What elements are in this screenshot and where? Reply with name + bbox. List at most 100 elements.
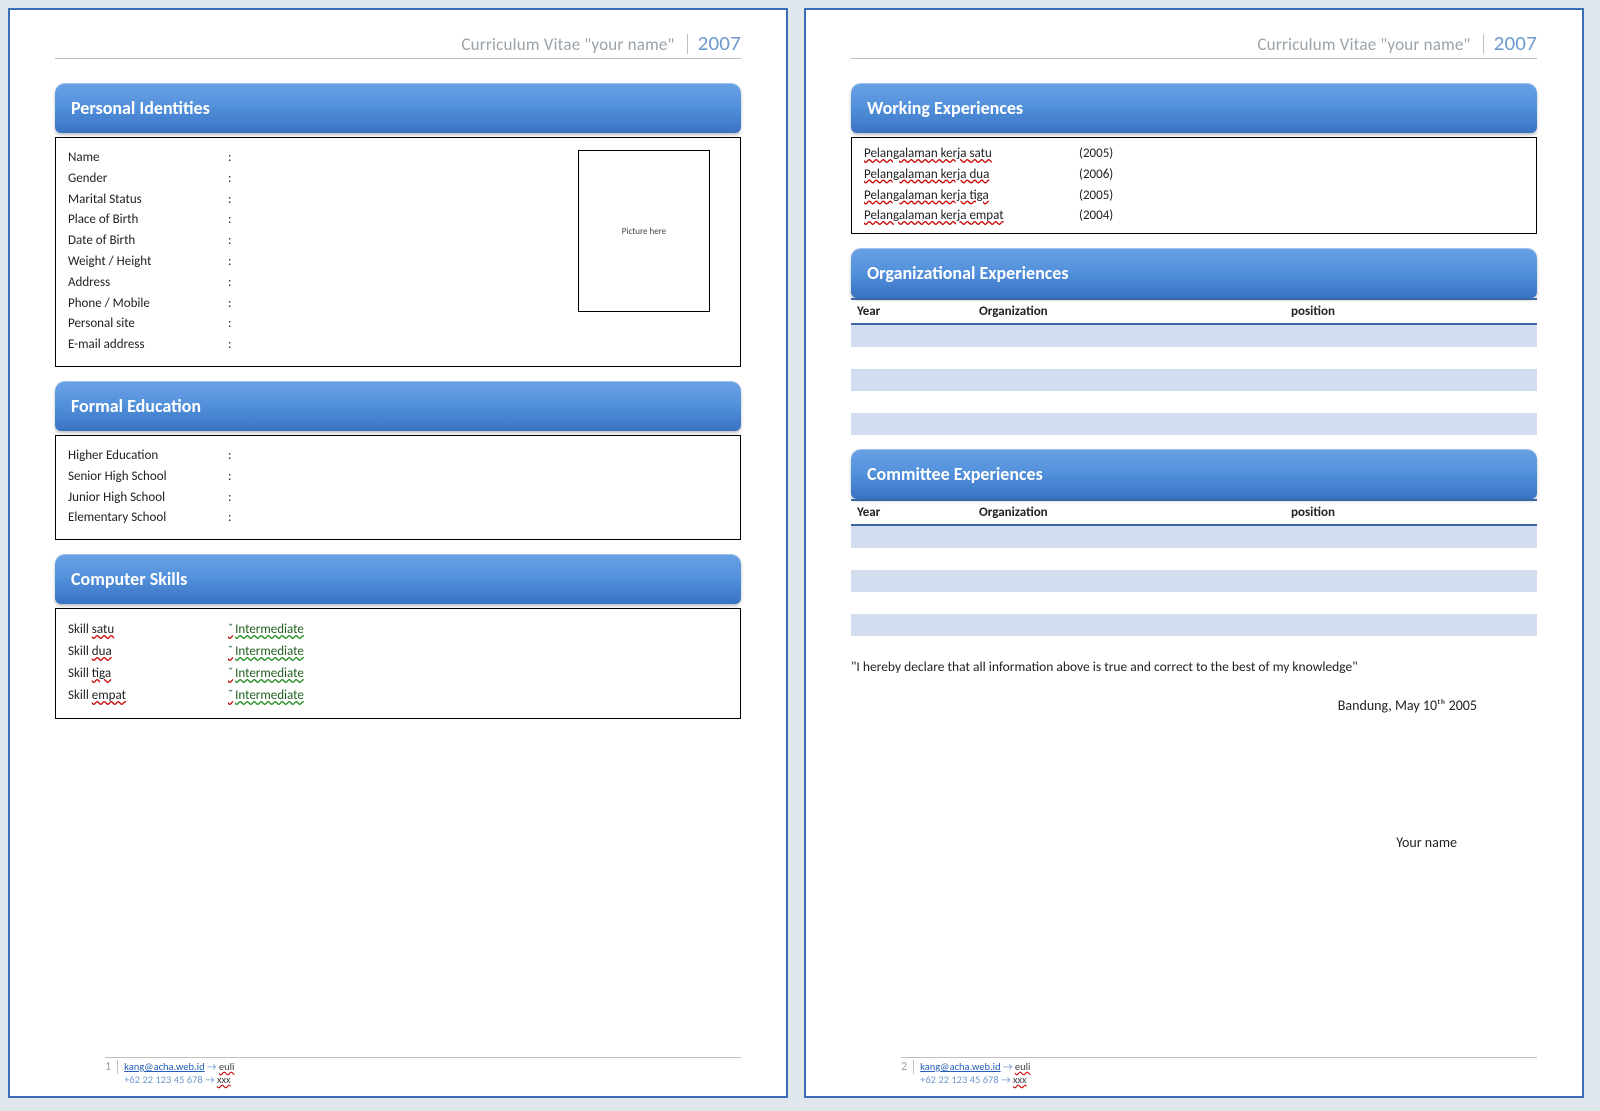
header-title: Curriculum Vitae "your name"	[1257, 34, 1470, 55]
field-label: Date of Birth	[68, 231, 228, 252]
section-header-skills: Computer Skills	[55, 554, 741, 604]
field-colon: :	[228, 488, 240, 509]
footer-email: kang@acha.web.id	[920, 1060, 1001, 1073]
header-year: 2007	[1494, 30, 1537, 56]
skill-name: Skill empat	[68, 685, 228, 707]
section-header-working: Working Experiences	[851, 83, 1537, 133]
field-colon: :	[228, 190, 240, 211]
table-row	[851, 592, 1537, 614]
running-header: Curriculum Vitae "your name" 2007	[851, 30, 1537, 59]
org-col-position: position	[1285, 299, 1537, 324]
document-page-1: Curriculum Vitae "your name" 2007 Person…	[8, 8, 788, 1098]
field-colon: :	[228, 210, 240, 231]
work-item: Pelangalaman kerja empat	[864, 206, 1079, 227]
table-row	[851, 548, 1537, 570]
footer-email-misspelled: euli	[219, 1060, 235, 1073]
work-item: Pelangalaman kerja satu	[864, 144, 1079, 165]
field-colon: :	[228, 508, 240, 529]
page-footer: 2 kang@acha.web.id → euli +62 22 123 45 …	[901, 1057, 1537, 1086]
education-field-row: Higher Education:	[68, 446, 728, 467]
committee-col-year: Year	[851, 500, 973, 525]
work-year: (2005)	[1079, 144, 1113, 165]
field-label: Weight / Height	[68, 252, 228, 273]
education-field-row: Junior High School:	[68, 488, 728, 509]
section-body-personal: Picture here Name:Gender:Marital Status:…	[55, 137, 741, 367]
committee-col-position: position	[1285, 500, 1537, 525]
section-body-education: Higher Education:Senior High School:Juni…	[55, 435, 741, 540]
field-label: Address	[68, 273, 228, 294]
page-footer: 1 kang@acha.web.id → euli +62 22 123 45 …	[105, 1057, 741, 1086]
table-row	[851, 391, 1537, 413]
section-body-working: Pelangalaman kerja satu(2005)Pelangalama…	[851, 137, 1537, 234]
section-header-personal: Personal Identities	[55, 83, 741, 133]
arrow-icon: →	[1001, 1073, 1011, 1086]
field-colon: :	[228, 148, 240, 169]
table-row	[851, 525, 1537, 548]
skill-row: Skill satuˬIntermediate	[68, 619, 728, 641]
field-label: Name	[68, 148, 228, 169]
field-colon: :	[228, 252, 240, 273]
field-label: Phone / Mobile	[68, 294, 228, 315]
work-row: Pelangalaman kerja empat(2004)	[864, 206, 1524, 227]
field-label: E-mail address	[68, 335, 228, 356]
table-row	[851, 413, 1537, 435]
arrow-icon: →	[205, 1073, 215, 1086]
field-colon: :	[228, 273, 240, 294]
skill-name: Skill satu	[68, 619, 228, 641]
section-header-education: Formal Education	[55, 381, 741, 431]
org-col-organization: Organization	[973, 299, 1285, 324]
field-colon: :	[228, 314, 240, 335]
skill-row: Skill empatˬIntermediate	[68, 685, 728, 707]
field-colon: :	[228, 467, 240, 488]
footer-phone-misspelled: xxx	[217, 1073, 231, 1086]
work-row: Pelangalaman kerja satu(2005)	[864, 144, 1524, 165]
arrow-icon: →	[1003, 1060, 1013, 1073]
field-colon: :	[228, 446, 240, 467]
table-row	[851, 369, 1537, 391]
header-divider	[1483, 34, 1484, 54]
table-row	[851, 614, 1537, 636]
work-year: (2005)	[1079, 186, 1113, 207]
field-label: Place of Birth	[68, 210, 228, 231]
arrow-icon: →	[207, 1060, 217, 1073]
education-field-row: Elementary School:	[68, 508, 728, 529]
header-divider	[687, 34, 688, 54]
skill-name: Skill dua	[68, 641, 228, 663]
work-row: Pelangalaman kerja dua(2006)	[864, 165, 1524, 186]
header-year: 2007	[698, 30, 741, 56]
skill-level: ˬIntermediate	[228, 641, 304, 663]
signature-name: Your name	[851, 834, 1537, 851]
field-label: Senior High School	[68, 467, 228, 488]
footer-phone: +62 22 123 45 678	[124, 1073, 203, 1086]
skill-level: ˬIntermediate	[228, 685, 304, 707]
skill-row: Skill duaˬIntermediate	[68, 641, 728, 663]
footer-email: kang@acha.web.id	[124, 1060, 205, 1073]
section-header-committee: Committee Experiences	[851, 449, 1537, 499]
committee-table: Year Organization position	[851, 499, 1537, 636]
header-title: Curriculum Vitae "your name"	[461, 34, 674, 55]
table-row	[851, 570, 1537, 592]
field-colon: :	[228, 294, 240, 315]
field-label: Gender	[68, 169, 228, 190]
work-item: Pelangalaman kerja dua	[864, 165, 1079, 186]
page-number: 2	[901, 1060, 914, 1074]
work-year: (2006)	[1079, 165, 1113, 186]
footer-phone: +62 22 123 45 678	[920, 1073, 999, 1086]
signature-date: Bandung, May 10ᵗʰ 2005	[851, 697, 1537, 714]
field-label: Higher Education	[68, 446, 228, 467]
footer-phone-misspelled: xxx	[1013, 1073, 1027, 1086]
skill-name: Skill tiga	[68, 663, 228, 685]
field-label: Personal site	[68, 314, 228, 335]
work-item: Pelangalaman kerja tiga	[864, 186, 1079, 207]
skill-row: Skill tigaˬIntermediate	[68, 663, 728, 685]
field-colon: :	[228, 231, 240, 252]
personal-field-row: Personal site:	[68, 314, 728, 335]
org-col-year: Year	[851, 299, 973, 324]
declaration-text: "I hereby declare that all information a…	[851, 658, 1537, 675]
running-header: Curriculum Vitae "your name" 2007	[55, 30, 741, 59]
table-row	[851, 324, 1537, 347]
committee-col-organization: Organization	[973, 500, 1285, 525]
skill-level: ˬIntermediate	[228, 663, 304, 685]
field-label: Marital Status	[68, 190, 228, 211]
org-table: Year Organization position	[851, 298, 1537, 435]
